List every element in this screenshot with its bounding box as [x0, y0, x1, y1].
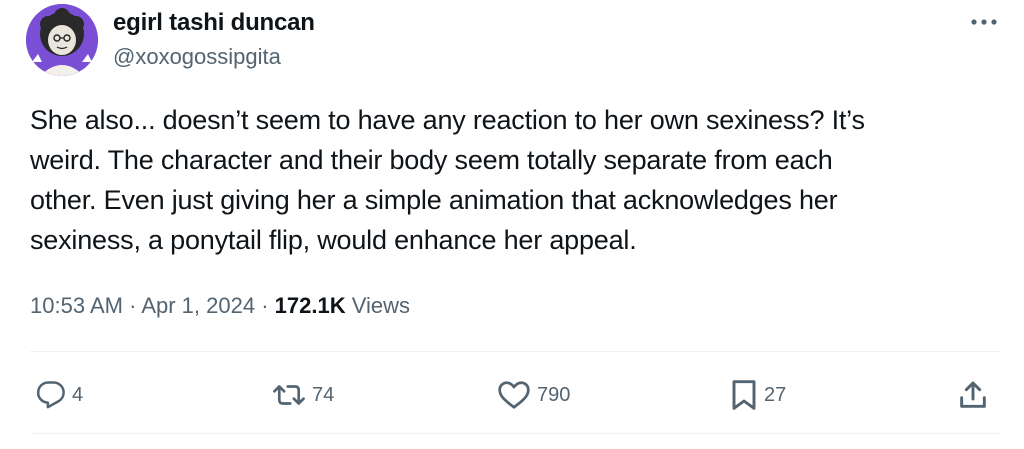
reply-button[interactable]: 4: [36, 373, 83, 417]
like-count: 790: [537, 383, 571, 406]
bookmark-icon: [732, 380, 756, 410]
display-name[interactable]: egirl tashi duncan: [113, 9, 315, 37]
reply-count: 4: [72, 383, 84, 406]
meta-separator: ·: [129, 293, 137, 318]
tweet-date[interactable]: Apr 1, 2024: [141, 293, 255, 318]
share-button[interactable]: [957, 373, 989, 417]
more-options-button[interactable]: [966, 8, 1002, 36]
avatar[interactable]: [26, 4, 98, 76]
more-icon: [971, 19, 997, 25]
tweet: egirl tashi duncan @xoxogossipgita She a…: [0, 0, 1024, 449]
repost-button[interactable]: 74: [272, 373, 334, 417]
share-icon: [960, 381, 986, 408]
user-handle[interactable]: @xoxogossipgita: [113, 44, 281, 70]
tweet-time[interactable]: 10:53 AM: [30, 293, 123, 318]
divider: [30, 433, 1000, 434]
divider: [30, 351, 1000, 352]
tweet-metadata: 10:53 AM · Apr 1, 2024 · 172.1K Views: [30, 293, 410, 319]
views-count: 172.1K: [274, 293, 346, 318]
bookmark-button[interactable]: 27: [730, 373, 786, 417]
reply-icon: [36, 381, 65, 409]
repost-count: 74: [312, 383, 335, 406]
views-label: Views: [351, 293, 411, 318]
tweet-text: She also... doesn’t seem to have any rea…: [30, 105, 865, 255]
meta-separator: ·: [261, 293, 269, 318]
repost-icon: [273, 385, 305, 405]
action-bar: 4 74 790 27: [0, 373, 1024, 417]
heart-icon: [498, 381, 530, 409]
avatar-illustration-icon: [26, 4, 98, 76]
like-button[interactable]: 790: [497, 373, 570, 417]
bookmark-count: 27: [764, 383, 787, 406]
